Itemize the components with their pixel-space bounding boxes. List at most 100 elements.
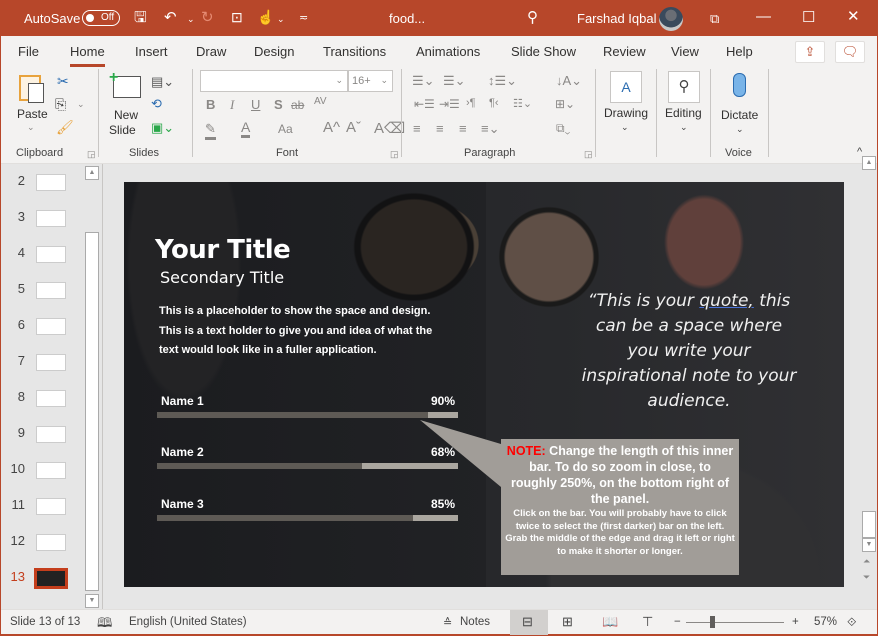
- bullets-icon[interactable]: ☰⌄: [412, 73, 435, 89]
- next-slide-icon[interactable]: ⏷: [863, 572, 870, 583]
- text-direction-icon[interactable]: ↓A⌄: [556, 73, 582, 89]
- slide-thumbnail[interactable]: [36, 462, 66, 479]
- scroll-up-icon[interactable]: ▲: [85, 166, 99, 180]
- reset-icon[interactable]: ⟲: [151, 96, 162, 112]
- zoom-in-button[interactable]: +: [792, 616, 799, 628]
- slide-canvas[interactable]: Your Title Secondary Title This is a pla…: [124, 182, 844, 587]
- slide-thumbnail[interactable]: [36, 174, 66, 191]
- touch-dropdown-icon[interactable]: ⌄: [277, 12, 285, 27]
- scroll-thumb[interactable]: [85, 232, 99, 591]
- bold-icon[interactable]: B: [206, 97, 215, 112]
- section-icon[interactable]: ▣⌄: [151, 120, 174, 136]
- zoom-slider-track[interactable]: [686, 622, 784, 623]
- undo-dropdown-icon[interactable]: ⌄: [187, 12, 195, 27]
- scroll-up-icon[interactable]: ▲: [862, 156, 876, 170]
- tab-review[interactable]: Review: [603, 44, 646, 59]
- tab-design[interactable]: Design: [254, 44, 294, 59]
- spell-check-icon[interactable]: 🕮: [97, 614, 112, 636]
- user-name[interactable]: Farshad Iqbal: [577, 11, 657, 26]
- slide-thumbnail[interactable]: [36, 354, 66, 371]
- thumbnails-scrollbar[interactable]: ▲ ▼: [84, 164, 100, 609]
- quote-text[interactable]: “This is your quote, this can be a space…: [579, 289, 799, 414]
- copy-dropdown-icon[interactable]: ⌄: [77, 99, 85, 110]
- undo-icon[interactable]: ↶: [164, 10, 177, 25]
- change-case-icon[interactable]: Aa: [278, 122, 293, 136]
- normal-view-button[interactable]: ⊟: [510, 610, 548, 635]
- decrease-indent-icon[interactable]: ⇤☰: [414, 97, 435, 111]
- align-left-icon[interactable]: ≡: [413, 121, 421, 136]
- scroll-down-icon[interactable]: ▼: [862, 538, 876, 552]
- reading-view-icon[interactable]: 📖: [602, 614, 618, 630]
- tab-draw[interactable]: Draw: [196, 44, 226, 59]
- tab-transitions[interactable]: Transitions: [323, 44, 386, 59]
- underline-icon[interactable]: U: [251, 97, 260, 112]
- slide-thumbnail[interactable]: [36, 210, 66, 227]
- clipboard-launcher-icon[interactable]: ◲: [87, 149, 96, 160]
- previous-slide-icon[interactable]: ⏶: [863, 556, 870, 567]
- share-button[interactable]: ⇪: [795, 41, 825, 63]
- zoom-slider-thumb[interactable]: [709, 616, 715, 628]
- justify-icon[interactable]: ≡⌄: [481, 121, 499, 137]
- touch-mode-icon[interactable]: ☝: [257, 10, 274, 25]
- ribbon-display-icon[interactable]: ⧉: [710, 11, 719, 26]
- tab-home[interactable]: Home: [70, 44, 105, 67]
- font-name-combo[interactable]: ⌄: [200, 70, 348, 92]
- fit-to-window-icon[interactable]: ⟐: [847, 615, 856, 630]
- numbering-icon[interactable]: ☰⌄: [443, 73, 466, 89]
- line-spacing-icon[interactable]: ↕☰⌄: [488, 73, 517, 89]
- autosave-toggle[interactable]: Off: [82, 10, 120, 26]
- customize-qat-icon[interactable]: ≂: [299, 11, 308, 26]
- smartart-icon[interactable]: ⧉⌄: [556, 121, 570, 136]
- slide-thumbnail[interactable]: [36, 282, 66, 299]
- character-spacing-icon[interactable]: AV: [314, 96, 327, 107]
- slide-thumbnail[interactable]: [36, 390, 66, 407]
- slide-thumbnail[interactable]: [36, 318, 66, 335]
- maximize-icon[interactable]: ☐: [802, 10, 815, 25]
- cut-icon[interactable]: ✂: [57, 73, 69, 90]
- tab-file[interactable]: File: [18, 44, 39, 59]
- format-painter-icon[interactable]: 🖌: [56, 119, 74, 136]
- slide-thumbnail[interactable]: [36, 426, 66, 443]
- zoom-out-button[interactable]: −: [674, 616, 681, 628]
- paragraph-launcher-icon[interactable]: ◲: [584, 149, 593, 160]
- tab-insert[interactable]: Insert: [135, 44, 168, 59]
- save-icon[interactable]: 🖫: [134, 10, 147, 25]
- layout-icon[interactable]: ▤⌄: [151, 74, 174, 90]
- shadow-icon[interactable]: S: [274, 97, 283, 112]
- minimize-icon[interactable]: —: [756, 9, 771, 24]
- comments-button[interactable]: 🗨: [835, 41, 865, 63]
- scroll-thumb[interactable]: [862, 511, 876, 538]
- align-center-icon[interactable]: ≡: [436, 121, 444, 136]
- tab-animations[interactable]: Animations: [416, 44, 480, 59]
- font-color-icon[interactable]: A: [241, 119, 251, 138]
- present-from-start-icon[interactable]: ⊡: [231, 10, 243, 25]
- tab-help[interactable]: Help: [726, 44, 753, 59]
- close-icon[interactable]: ✕: [847, 9, 860, 24]
- language-indicator[interactable]: English (United States): [129, 616, 247, 628]
- slide-scrollbar[interactable]: ▲ ▼ ⏶ ⏷: [861, 156, 877, 609]
- highlight-icon[interactable]: ✎: [205, 121, 216, 140]
- columns-icon[interactable]: ☷⌄: [513, 97, 532, 110]
- tab-view[interactable]: View: [671, 44, 699, 59]
- user-avatar[interactable]: [659, 7, 683, 31]
- scroll-down-icon[interactable]: ▼: [85, 594, 99, 608]
- align-right-icon[interactable]: ≡: [459, 121, 467, 136]
- slide-thumbnail[interactable]: [36, 534, 66, 551]
- note-callout[interactable]: NOTE: Change the length of this inner ba…: [501, 439, 739, 575]
- slide-thumbnail[interactable]: [36, 246, 66, 263]
- ltr-icon[interactable]: ›¶: [466, 97, 476, 109]
- zoom-level[interactable]: 57%: [814, 616, 837, 628]
- increase-font-icon[interactable]: A^: [323, 119, 340, 136]
- align-text-icon[interactable]: ⊞⌄: [555, 97, 575, 111]
- decrease-font-icon[interactable]: Aˇ: [346, 119, 361, 136]
- increase-indent-icon[interactable]: ⇥☰: [439, 97, 460, 111]
- slide-sorter-icon[interactable]: ⊞: [562, 614, 573, 630]
- font-launcher-icon[interactable]: ◲: [390, 149, 399, 160]
- italic-icon[interactable]: I: [230, 97, 234, 113]
- slide-thumbnail[interactable]: [36, 498, 66, 515]
- slideshow-icon[interactable]: ⊤: [642, 614, 653, 630]
- search-icon[interactable]: ⚲: [527, 10, 538, 25]
- rtl-icon[interactable]: ¶‹: [489, 97, 499, 109]
- font-size-combo[interactable]: 16+ ⌄: [348, 70, 393, 92]
- strikethrough-icon[interactable]: ab: [291, 98, 304, 112]
